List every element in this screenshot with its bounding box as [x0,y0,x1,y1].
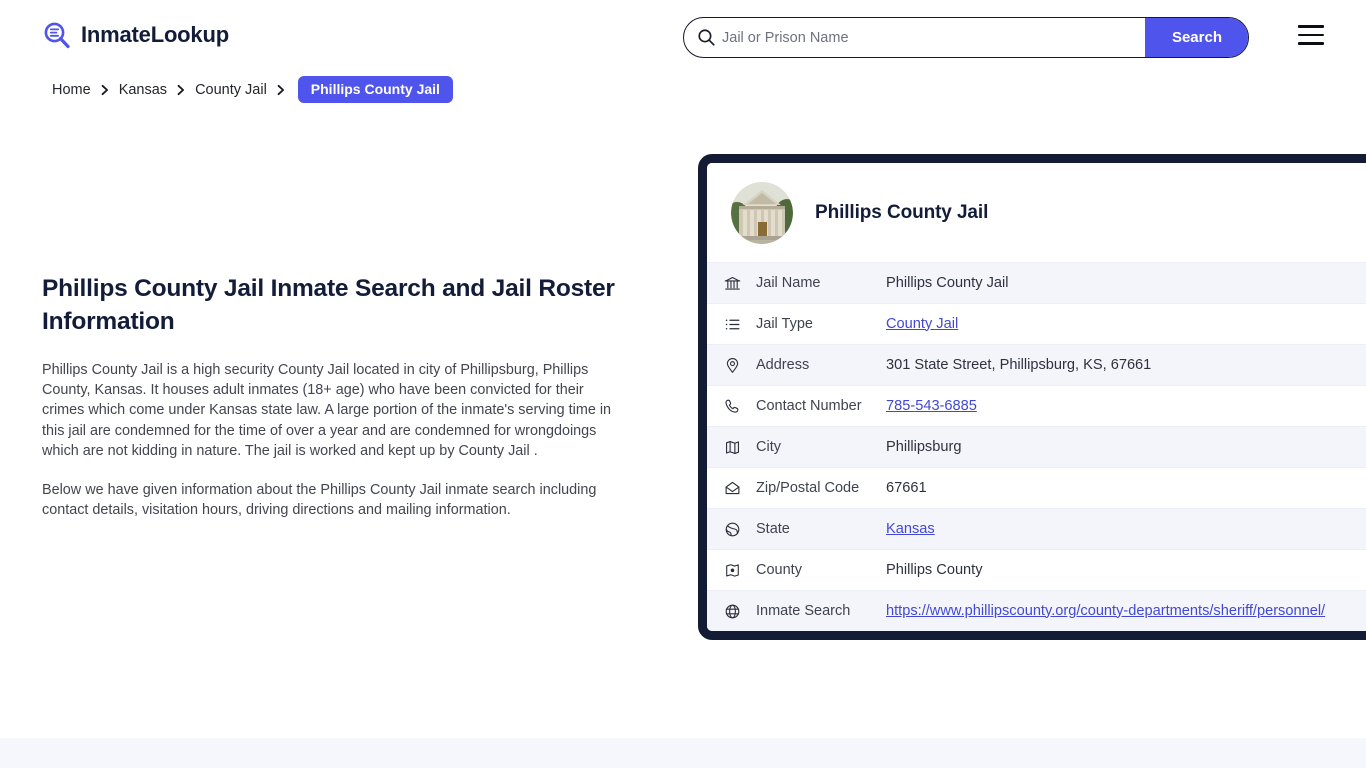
table-row: City Phillipsburg [707,426,1366,467]
jail-type-link[interactable]: County Jail [886,316,958,332]
hamburger-line [1298,25,1324,28]
map-pin-icon [724,357,756,374]
map-marker-icon [724,562,756,579]
site-logo[interactable]: InmateLookup [42,20,229,50]
row-value: 785-543-6885 [886,395,1366,418]
contact-number-link[interactable]: 785-543-6885 [886,398,977,414]
chevron-right-icon [100,84,110,96]
search-bar: Search [683,17,1249,58]
chevron-right-icon [276,84,286,96]
phone-icon [724,398,756,415]
table-row: Address 301 State Street, Phillipsburg, … [707,344,1366,385]
table-row: State Kansas [707,508,1366,549]
inmate-search-link[interactable]: https://www.phillipscounty.org/county-de… [886,603,1325,619]
row-label: State [756,521,790,537]
table-row: Jail Name Phillips County Jail [707,262,1366,303]
row-value: Phillips County [886,561,983,578]
footer-band [0,738,1366,768]
page-title: Phillips County Jail Inmate Search and J… [42,275,615,335]
search-button[interactable]: Search [1144,18,1248,57]
row-label: City [756,439,781,455]
globe-tilt-icon [724,521,756,538]
courthouse-photo-icon [731,182,793,244]
map-icon [724,439,756,456]
description-paragraph-2: Below we have given information about th… [42,482,597,519]
jail-info-card: Phillips County Jail Jail Name Phillips … [698,154,1366,640]
row-value: 67661 [886,479,927,496]
breadcrumb-item-home[interactable]: Home [52,82,91,98]
main-content: Phillips County Jail Inmate Search and J… [42,272,632,520]
breadcrumb: Home Kansas County Jail Phillips County … [52,76,453,103]
state-link[interactable]: Kansas [886,521,935,537]
globe-icon [724,603,756,620]
row-value: Phillips County Jail [886,274,1009,291]
row-value: Kansas [886,518,1366,541]
row-label: Contact Number [756,398,862,414]
search-input[interactable] [722,18,1145,57]
chevron-right-icon [176,84,186,96]
row-label: Address [756,357,810,373]
row-label: Zip/Postal Code [756,480,860,496]
search-icon [684,18,722,57]
breadcrumb-item-current: Phillips County Jail [297,76,453,103]
card-title: Phillips County Jail [815,202,989,223]
description-paragraph-1: Phillips County Jail is a high security … [42,362,612,459]
row-label: Jail Name [756,275,821,291]
row-label: County [756,562,802,578]
breadcrumb-item-county-jail[interactable]: County Jail [195,82,267,98]
row-label: Jail Type [756,316,813,332]
site-header: InmateLookup Search [0,0,1366,74]
hamburger-line [1298,33,1324,37]
magnifier-list-icon [42,20,72,50]
hamburger-line [1298,42,1324,45]
table-row: County Phillips County [707,549,1366,590]
row-value: County Jail [886,313,1366,336]
list-icon [724,316,756,333]
row-value: Phillipsburg [886,438,962,455]
hamburger-menu-icon[interactable] [1298,25,1324,45]
breadcrumb-item-kansas[interactable]: Kansas [119,82,167,98]
row-value: 301 State Street, Phillipsburg, KS, 6766… [886,356,1152,373]
row-label: Inmate Search [756,603,851,619]
table-row: Inmate Search https://www.phillipscounty… [707,590,1366,631]
card-header: Phillips County Jail [707,163,1366,262]
bank-icon [724,275,756,292]
logo-text: InmateLookup [81,22,229,47]
envelope-icon [724,480,756,497]
jail-details-table: Jail Name Phillips County Jail Jail Type… [707,262,1366,631]
table-row: Zip/Postal Code 67661 [707,467,1366,508]
table-row: Contact Number 785-543-6885 [707,385,1366,426]
row-value: https://www.phillipscounty.org/county-de… [886,600,1366,623]
table-row: Jail Type County Jail [707,303,1366,344]
